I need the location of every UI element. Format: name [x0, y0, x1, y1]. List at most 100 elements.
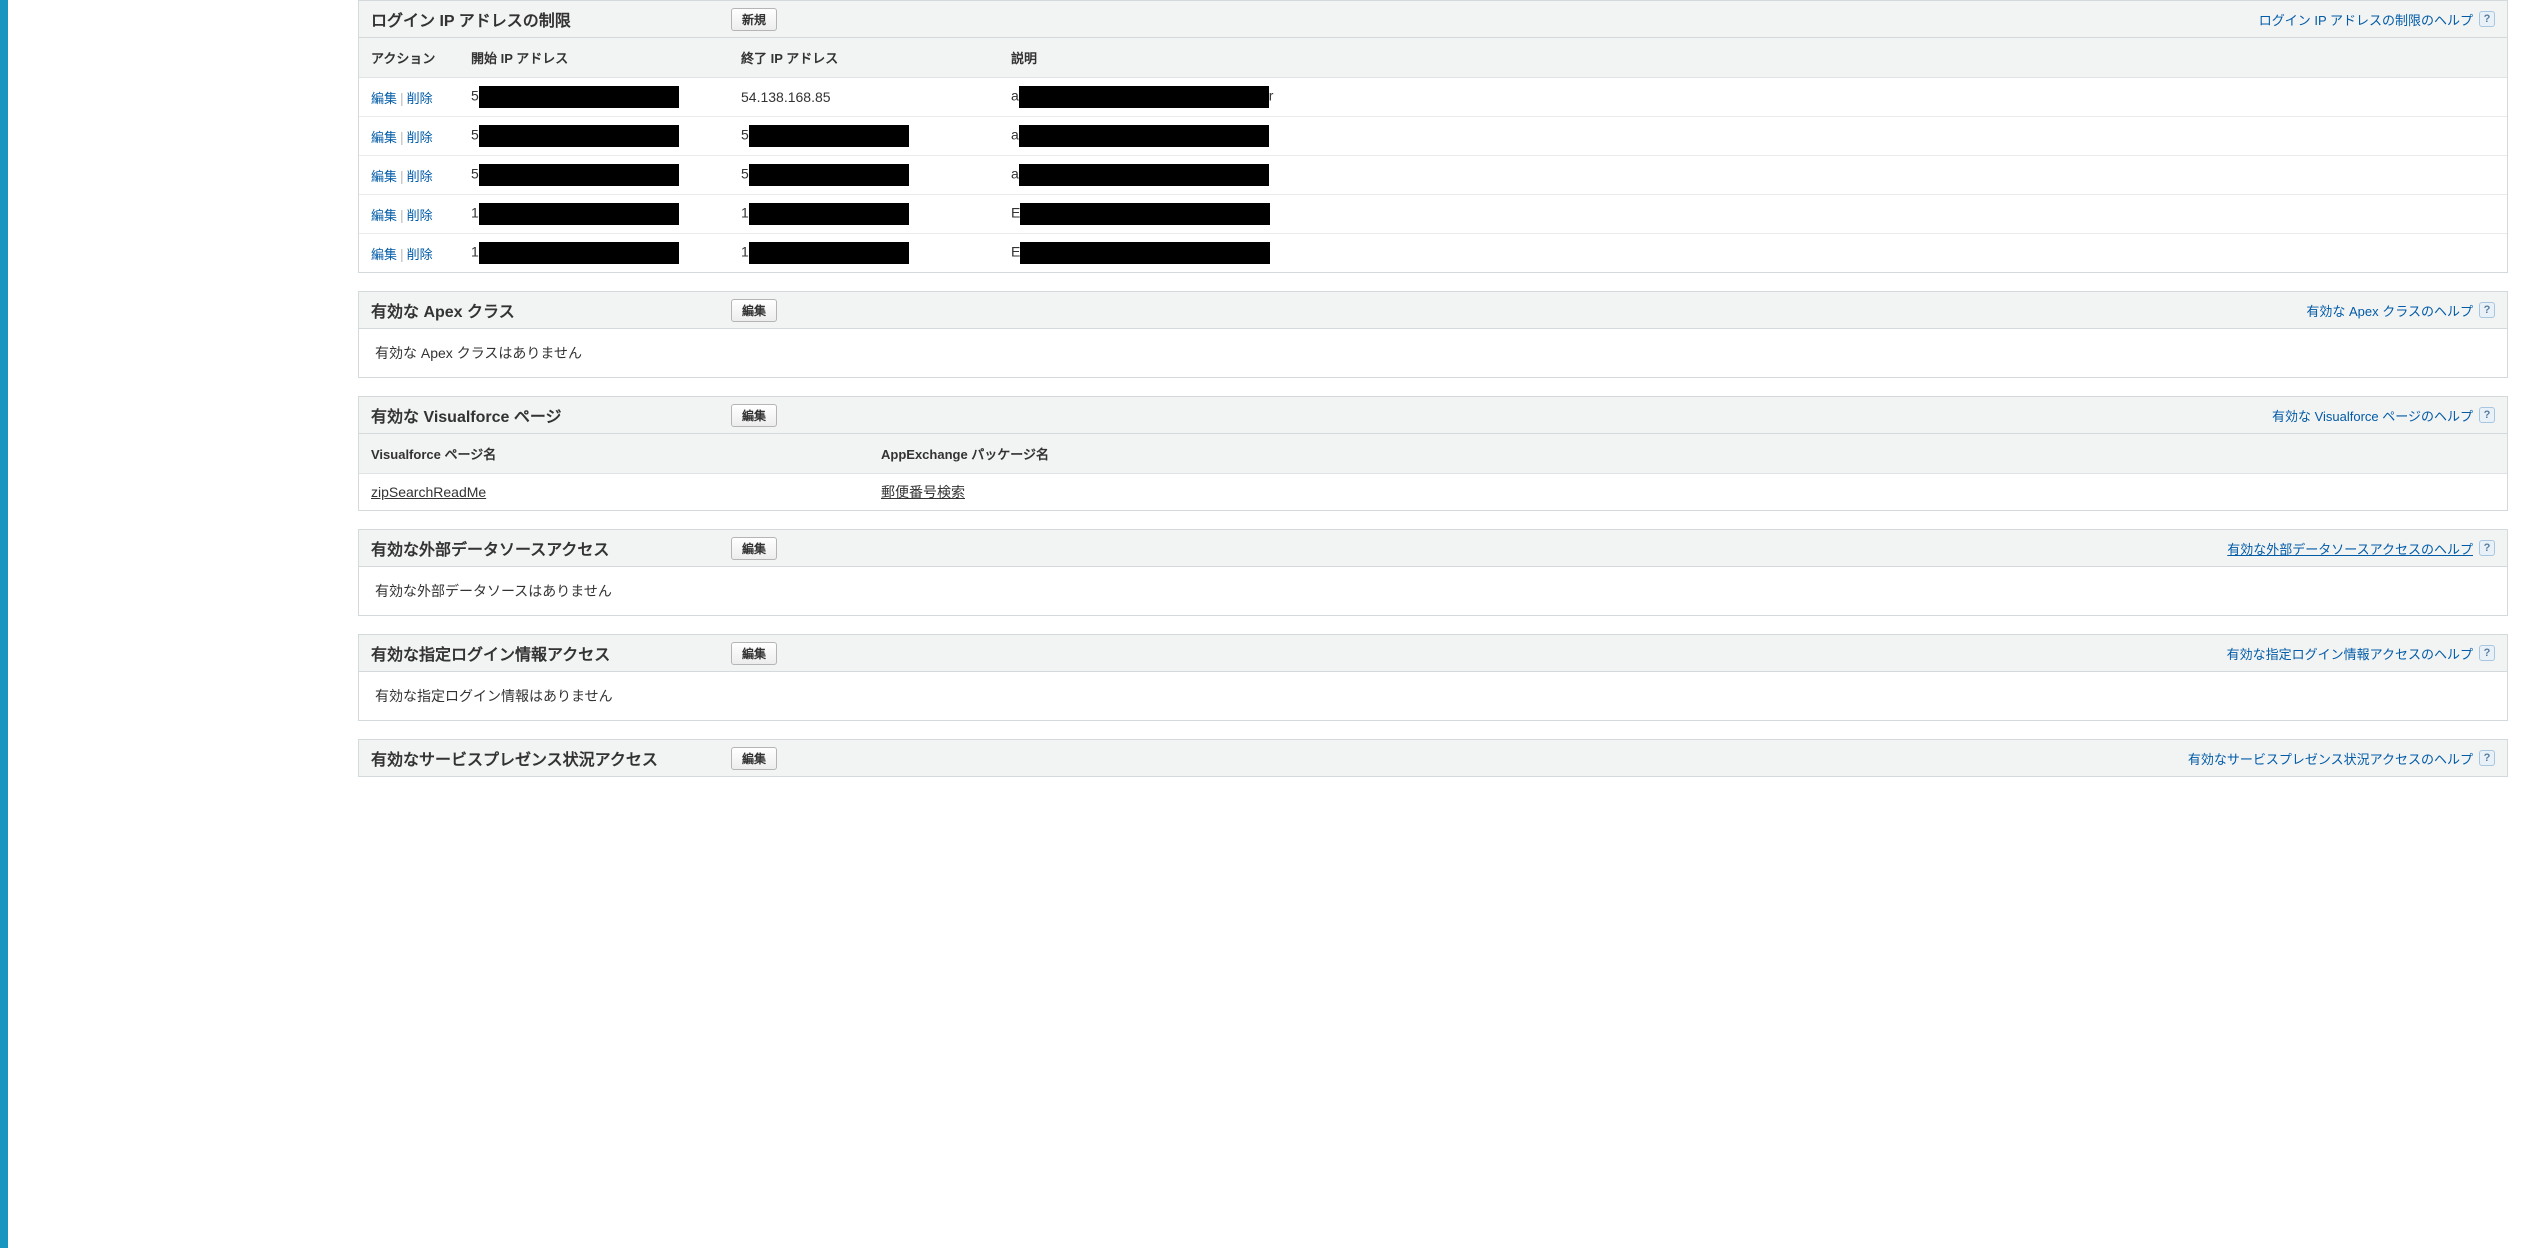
redacted-block	[1019, 164, 1269, 186]
service-presence-panel: 有効なサービスプレゼンス状況アクセス 編集 有効なサービスプレゼンス状況アクセス…	[358, 739, 2508, 777]
visualforce-pages-help-link[interactable]: 有効な Visualforce ページのヘルプ	[2272, 406, 2473, 425]
action-separator: |	[397, 246, 407, 262]
redacted-block	[479, 86, 679, 108]
col-header-description: 説明	[999, 38, 2507, 78]
ip-range-row: 編集|削除11E	[359, 195, 2507, 234]
ip-range-row: 編集|削除11E	[359, 234, 2507, 273]
apex-empty-text: 有効な Apex クラスはありません	[359, 329, 2507, 377]
apex-classes-help-link[interactable]: 有効な Apex クラスのヘルプ	[2306, 301, 2473, 320]
ip-range-row: 編集|削除 554.138.168.85ar	[359, 78, 2507, 117]
end-ip-cell: 54.138.168.85	[729, 78, 999, 117]
named-credentials-header: 有効な指定ログイン情報アクセス 編集 有効な指定ログイン情報アクセスのヘルプ ?	[359, 635, 2507, 672]
redacted-block	[479, 125, 679, 147]
redacted-block	[479, 242, 679, 264]
edit-external-data-button[interactable]: 編集	[731, 537, 777, 560]
delete-ip-range-link[interactable]: 削除	[407, 208, 433, 223]
external-data-sources-header: 有効な外部データソースアクセス 編集 有効な外部データソースアクセスのヘルプ ?	[359, 530, 2507, 567]
apex-classes-header: 有効な Apex クラス 編集 有効な Apex クラスのヘルプ ?	[359, 292, 2507, 329]
ip-range-row: 編集|削除55a	[359, 117, 2507, 156]
edit-visualforce-button[interactable]: 編集	[731, 404, 777, 427]
appexchange-package-link[interactable]: 郵便番号検索	[881, 484, 965, 500]
apex-classes-panel: 有効な Apex クラス 編集 有効な Apex クラスのヘルプ ? 有効な A…	[358, 291, 2508, 378]
main-content: ログイン IP アドレスの制限 新規 ログイン IP アドレスの制限のヘルプ ?…	[358, 0, 2528, 1248]
start-ip-cell: 1	[459, 234, 729, 273]
edit-ip-range-link[interactable]: 編集	[371, 208, 397, 223]
login-ip-ranges-title: ログイン IP アドレスの制限	[371, 7, 731, 31]
edit-ip-range-link[interactable]: 編集	[371, 247, 397, 262]
help-icon[interactable]: ?	[2479, 11, 2495, 27]
service-presence-header: 有効なサービスプレゼンス状況アクセス 編集 有効なサービスプレゼンス状況アクセス…	[359, 740, 2507, 776]
action-separator: |	[397, 207, 407, 223]
redacted-block	[1020, 242, 1270, 264]
description-cell: E	[999, 195, 2507, 234]
named-credentials-panel: 有効な指定ログイン情報アクセス 編集 有効な指定ログイン情報アクセスのヘルプ ?…	[358, 634, 2508, 721]
redacted-block	[749, 125, 909, 147]
redacted-block	[1020, 203, 1270, 225]
delete-ip-range-link[interactable]: 削除	[407, 91, 433, 106]
col-header-vf-page-name: Visualforce ページ名	[359, 434, 869, 474]
redacted-block	[749, 242, 909, 264]
col-header-action: アクション	[359, 38, 459, 78]
edit-ip-range-link[interactable]: 編集	[371, 169, 397, 184]
service-presence-title: 有効なサービスプレゼンス状況アクセス	[371, 746, 731, 770]
edit-credentials-button[interactable]: 編集	[731, 642, 777, 665]
credentials-empty-text: 有効な指定ログイン情報はありません	[359, 672, 2507, 720]
col-header-package-name: AppExchange パッケージ名	[869, 434, 2507, 474]
external-data-sources-panel: 有効な外部データソースアクセス 編集 有効な外部データソースアクセスのヘルプ ?…	[358, 529, 2508, 616]
description-cell: a	[999, 117, 2507, 156]
delete-ip-range-link[interactable]: 削除	[407, 247, 433, 262]
external-data-sources-help-link[interactable]: 有効な外部データソースアクセスのヘルプ	[2227, 539, 2473, 558]
left-accent-stripe	[0, 0, 8, 1248]
sidebar-placeholder	[8, 0, 358, 1248]
edit-ip-range-link[interactable]: 編集	[371, 91, 397, 106]
visualforce-pages-panel: 有効な Visualforce ページ 編集 有効な Visualforce ペ…	[358, 396, 2508, 511]
external-data-sources-title: 有効な外部データソースアクセス	[371, 536, 731, 560]
login-ip-ranges-help-link[interactable]: ログイン IP アドレスの制限のヘルプ	[2259, 10, 2473, 29]
start-ip-cell: 1	[459, 195, 729, 234]
apex-classes-title: 有効な Apex クラス	[371, 298, 731, 322]
description-cell: ar	[999, 78, 2507, 117]
login-ip-ranges-header: ログイン IP アドレスの制限 新規 ログイン IP アドレスの制限のヘルプ ?	[359, 1, 2507, 38]
end-ip-cell: 5	[729, 117, 999, 156]
end-ip-cell: 5	[729, 156, 999, 195]
edit-service-presence-button[interactable]: 編集	[731, 747, 777, 770]
description-cell: a	[999, 156, 2507, 195]
redacted-block	[749, 164, 909, 186]
description-cell: E	[999, 234, 2507, 273]
delete-ip-range-link[interactable]: 削除	[407, 130, 433, 145]
external-data-empty-text: 有効な外部データソースはありません	[359, 567, 2507, 615]
help-icon[interactable]: ?	[2479, 407, 2495, 423]
edit-apex-button[interactable]: 編集	[731, 299, 777, 322]
help-icon[interactable]: ?	[2479, 540, 2495, 556]
action-separator: |	[397, 90, 407, 106]
start-ip-cell: 5	[459, 78, 729, 117]
named-credentials-title: 有効な指定ログイン情報アクセス	[371, 641, 731, 665]
redacted-block	[1019, 125, 1269, 147]
edit-ip-range-link[interactable]: 編集	[371, 130, 397, 145]
redacted-block	[479, 203, 679, 225]
ip-ranges-table: アクション 開始 IP アドレス 終了 IP アドレス 説明 編集|削除554.…	[359, 38, 2507, 272]
new-ip-range-button[interactable]: 新規	[731, 8, 777, 31]
service-presence-help-link[interactable]: 有効なサービスプレゼンス状況アクセスのヘルプ	[2188, 749, 2473, 768]
visualforce-pages-header: 有効な Visualforce ページ 編集 有効な Visualforce ペ…	[359, 397, 2507, 434]
named-credentials-help-link[interactable]: 有効な指定ログイン情報アクセスのヘルプ	[2227, 644, 2473, 663]
start-ip-cell: 5	[459, 117, 729, 156]
action-separator: |	[397, 129, 407, 145]
ip-range-row: 編集|削除55a	[359, 156, 2507, 195]
visualforce-row: zipSearchReadMe 郵便番号検索	[359, 474, 2507, 511]
delete-ip-range-link[interactable]: 削除	[407, 169, 433, 184]
redacted-block	[479, 164, 679, 186]
start-ip-cell: 5	[459, 156, 729, 195]
redacted-block	[749, 203, 909, 225]
visualforce-table: Visualforce ページ名 AppExchange パッケージ名 zipS…	[359, 434, 2507, 510]
login-ip-ranges-panel: ログイン IP アドレスの制限 新規 ログイン IP アドレスの制限のヘルプ ?…	[358, 0, 2508, 273]
visualforce-pages-title: 有効な Visualforce ページ	[371, 403, 731, 427]
action-separator: |	[397, 168, 407, 184]
redacted-block	[1019, 86, 1269, 108]
help-icon[interactable]: ?	[2479, 750, 2495, 766]
help-icon[interactable]: ?	[2479, 645, 2495, 661]
visualforce-page-link[interactable]: zipSearchReadMe	[371, 484, 486, 500]
col-header-end-ip: 終了 IP アドレス	[729, 38, 999, 78]
help-icon[interactable]: ?	[2479, 302, 2495, 318]
end-ip-cell: 1	[729, 195, 999, 234]
